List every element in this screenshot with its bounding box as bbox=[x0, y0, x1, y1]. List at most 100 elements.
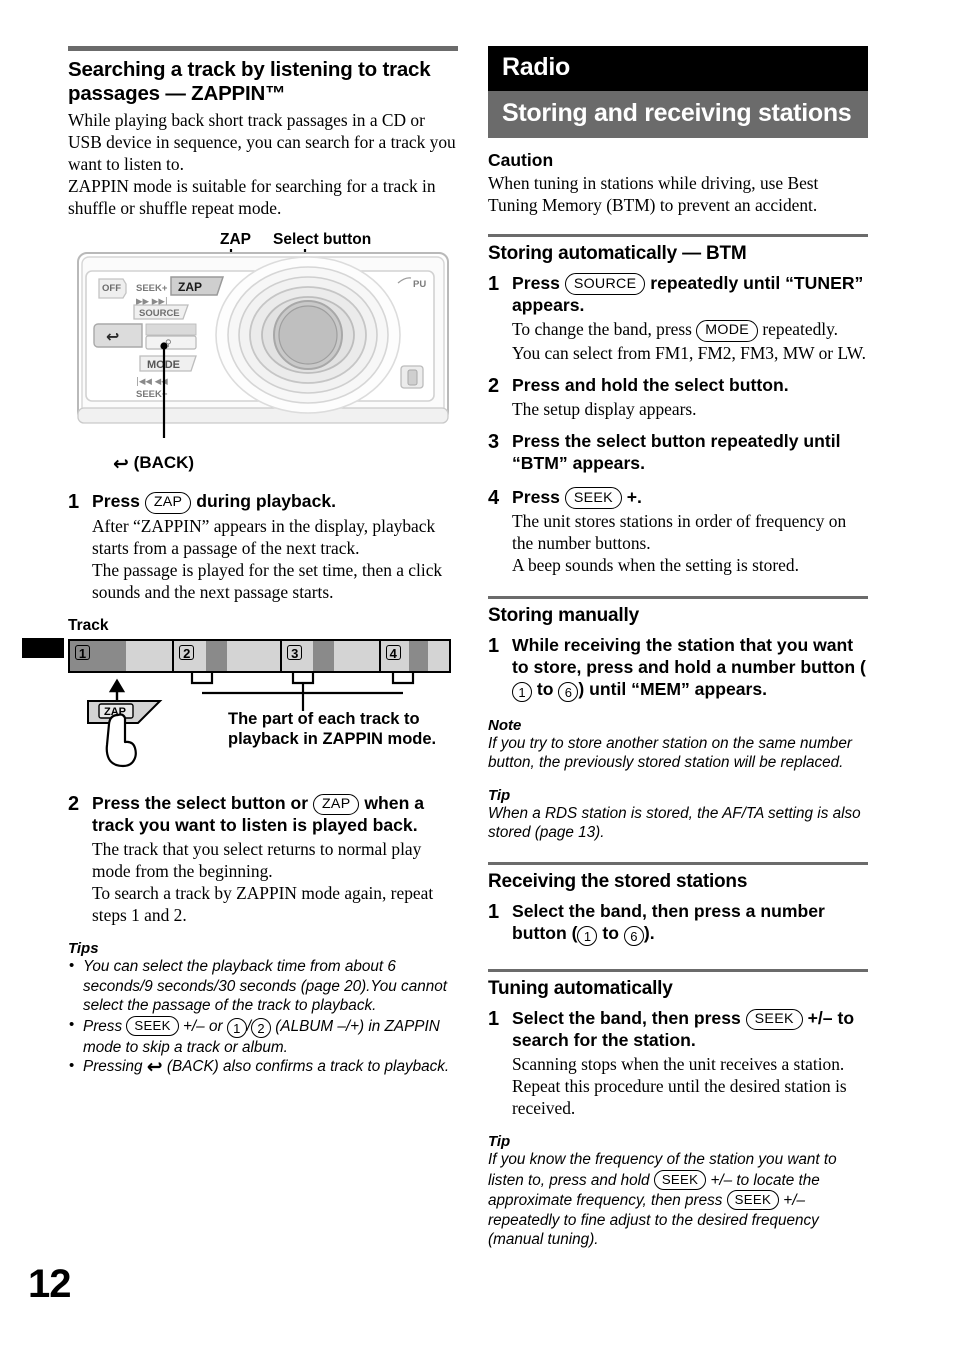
step-text: Scanning stops when the unit receives a … bbox=[512, 1054, 847, 1119]
step-text-2: The passage is played for the set time, … bbox=[92, 559, 443, 602]
key-source: SOURCE bbox=[564, 273, 646, 296]
step-number: 3 bbox=[488, 430, 500, 453]
section-rule bbox=[488, 862, 868, 866]
step-number: 1 bbox=[68, 491, 80, 514]
step-heading: Press SEEK +. bbox=[512, 487, 868, 509]
tuning-step-1: 1 Select the band, then press SEEK +/– t… bbox=[488, 1008, 868, 1119]
step-text-1: The unit stores stations in order of fre… bbox=[512, 510, 847, 553]
step-number: 1 bbox=[488, 634, 500, 657]
tips-title: Tips bbox=[68, 940, 99, 958]
key-number-6: 6 bbox=[623, 926, 644, 947]
section-rule bbox=[488, 596, 868, 600]
back-arrow-icon: ↩ bbox=[146, 1056, 163, 1079]
step-number: 4 bbox=[488, 486, 500, 509]
step-text-1: The track that you select returns to nor… bbox=[92, 839, 422, 882]
heading-storing-manually: Storing manually bbox=[488, 605, 639, 627]
device-caption-back: ↩ (BACK) bbox=[113, 453, 195, 476]
btm-step-2: 2 Press and hold the select button. The … bbox=[488, 375, 868, 420]
device-label-zap: ZAP bbox=[220, 231, 251, 249]
key-zap: ZAP bbox=[144, 492, 192, 514]
heading-receiving-stored-stations: Receiving the stored stations bbox=[488, 871, 748, 893]
tip-title: Tip bbox=[488, 786, 511, 804]
btm-step-1: 1 Press SOURCE repeatedly until “TUNER” … bbox=[488, 273, 868, 364]
caution-title: Caution bbox=[488, 150, 554, 170]
track-number: 4 bbox=[385, 644, 401, 661]
step-text-2: To search a track by ZAPPIN mode again, … bbox=[92, 883, 434, 926]
key-number-1: 1 bbox=[512, 681, 532, 702]
step-text: To change the band, press MODE repeatedl… bbox=[512, 319, 866, 363]
step-text-1: After “ZAPPIN” appears in the display, p… bbox=[92, 515, 436, 558]
step-heading: Press and hold the select button. bbox=[512, 374, 789, 395]
tip-title: Tip bbox=[488, 1133, 511, 1151]
storing-manually-step-1: 1 While receiving the station that you w… bbox=[488, 635, 868, 703]
tip-item: Pressing ↩ (BACK) also confirms a track … bbox=[68, 1056, 458, 1079]
step-number: 2 bbox=[488, 374, 500, 397]
track-diagram: Track 1 2 3 4 ZAP The part of each track… bbox=[68, 617, 458, 777]
step-number: 1 bbox=[488, 272, 500, 295]
tips-list: You can select the playback time from ab… bbox=[68, 956, 458, 1079]
tip-item: Press SEEK +/– or 1/2 (ALBUM –/+) in ZAP… bbox=[68, 1015, 458, 1057]
left-step-1: 1 Press ZAP during playback. After “ZAPP… bbox=[68, 491, 458, 602]
key-seek: SEEK bbox=[564, 487, 622, 509]
track-diagram-caption: The part of each track to playback in ZA… bbox=[228, 709, 437, 749]
track-diagram-title: Track bbox=[68, 616, 109, 634]
svg-text:SEEK+: SEEK+ bbox=[136, 283, 168, 294]
svg-text:PU: PU bbox=[413, 279, 426, 290]
receiving-step-1: 1 Select the band, then press a number b… bbox=[488, 901, 868, 947]
manual-page: 12 Searching a track by listening to tra… bbox=[0, 0, 954, 1352]
heading-tuning-automatically: Tuning automatically bbox=[488, 978, 673, 1000]
key-mode: MODE bbox=[696, 319, 759, 342]
step-heading: Press the select button repeatedly until… bbox=[512, 430, 841, 473]
left-column: Searching a track by listening to track … bbox=[68, 46, 458, 1077]
step-text-2: A beep sounds when the setting is stored… bbox=[512, 555, 799, 575]
key-number-1: 1 bbox=[226, 1017, 247, 1038]
intro-paragraph-2: ZAPPIN mode is suitable for searching fo… bbox=[68, 176, 436, 219]
btm-step-3: 3 Press the select button repeatedly unt… bbox=[488, 431, 868, 476]
svg-text:↩: ↩ bbox=[106, 327, 119, 346]
page-number: 12 bbox=[28, 1262, 71, 1306]
step-heading: Press ZAP during playback. bbox=[92, 491, 458, 514]
track-segment: 4 bbox=[380, 640, 449, 671]
step-heading: While receiving the station that you wan… bbox=[512, 634, 866, 702]
track-number: 1 bbox=[75, 644, 90, 661]
track-segment: 1 bbox=[70, 640, 175, 671]
track-segment: 2 bbox=[174, 640, 283, 671]
right-column: Radio Storing and receiving stations Cau… bbox=[488, 46, 868, 1250]
tip-item: You can select the playback time from ab… bbox=[68, 956, 458, 1015]
btm-step-4: 4 Press SEEK +. The unit stores stations… bbox=[488, 487, 868, 576]
tip-text: When a RDS station is stored, the AF/TA … bbox=[488, 804, 861, 842]
section-rule bbox=[488, 969, 868, 973]
svg-text:SOURCE: SOURCE bbox=[139, 308, 180, 319]
note-text: If you try to store another station on t… bbox=[488, 734, 852, 772]
device-label-select-button: Select button bbox=[273, 231, 372, 249]
note-title: Note bbox=[488, 716, 522, 734]
svg-text:OFF: OFF bbox=[102, 283, 121, 294]
track-number: 3 bbox=[287, 644, 303, 661]
step-number: 2 bbox=[68, 792, 80, 815]
track-number: 2 bbox=[179, 644, 195, 661]
key-zap: ZAP bbox=[312, 793, 360, 816]
svg-text:ZAP: ZAP bbox=[178, 280, 202, 294]
step-number: 1 bbox=[488, 901, 500, 924]
car-stereo-faceplate-svg: OFF SEEK+ ▶▶ ▶▶| ZAP SOURCE ↩ ⚲ |◀◀ ◀◀ S… bbox=[77, 249, 449, 439]
step-heading: Press the select button or ZAP when a tr… bbox=[92, 792, 424, 836]
key-number-6: 6 bbox=[558, 681, 579, 702]
section-rule bbox=[488, 234, 868, 238]
key-seek: SEEK bbox=[653, 1169, 707, 1190]
step-heading: Press SOURCE repeatedly until “TUNER” ap… bbox=[512, 272, 864, 316]
key-number-2: 2 bbox=[251, 1017, 272, 1038]
step-number: 1 bbox=[488, 1008, 500, 1031]
section-banner: Storing and receiving stations bbox=[488, 91, 868, 138]
step-text: The setup display appears. bbox=[512, 398, 697, 419]
track-segment: 3 bbox=[282, 640, 381, 671]
key-seek: SEEK bbox=[726, 1190, 780, 1211]
caution-text: When tuning in stations while driving, u… bbox=[488, 173, 819, 216]
key-number-1: 1 bbox=[577, 926, 598, 947]
device-illustration: ZAP Select button OFF SEEK+ ▶▶ ▶▶| ZAP S… bbox=[68, 231, 458, 480]
page-title: Searching a track by listening to track … bbox=[68, 58, 431, 106]
track-bar: 1 2 3 4 bbox=[68, 638, 451, 673]
thumb-index-tab bbox=[22, 638, 64, 658]
heading-storing-automatically: Storing automatically — BTM bbox=[488, 243, 747, 265]
step-heading: Select the band, then press a number but… bbox=[512, 901, 825, 947]
back-arrow-icon: ↩ bbox=[113, 453, 129, 476]
